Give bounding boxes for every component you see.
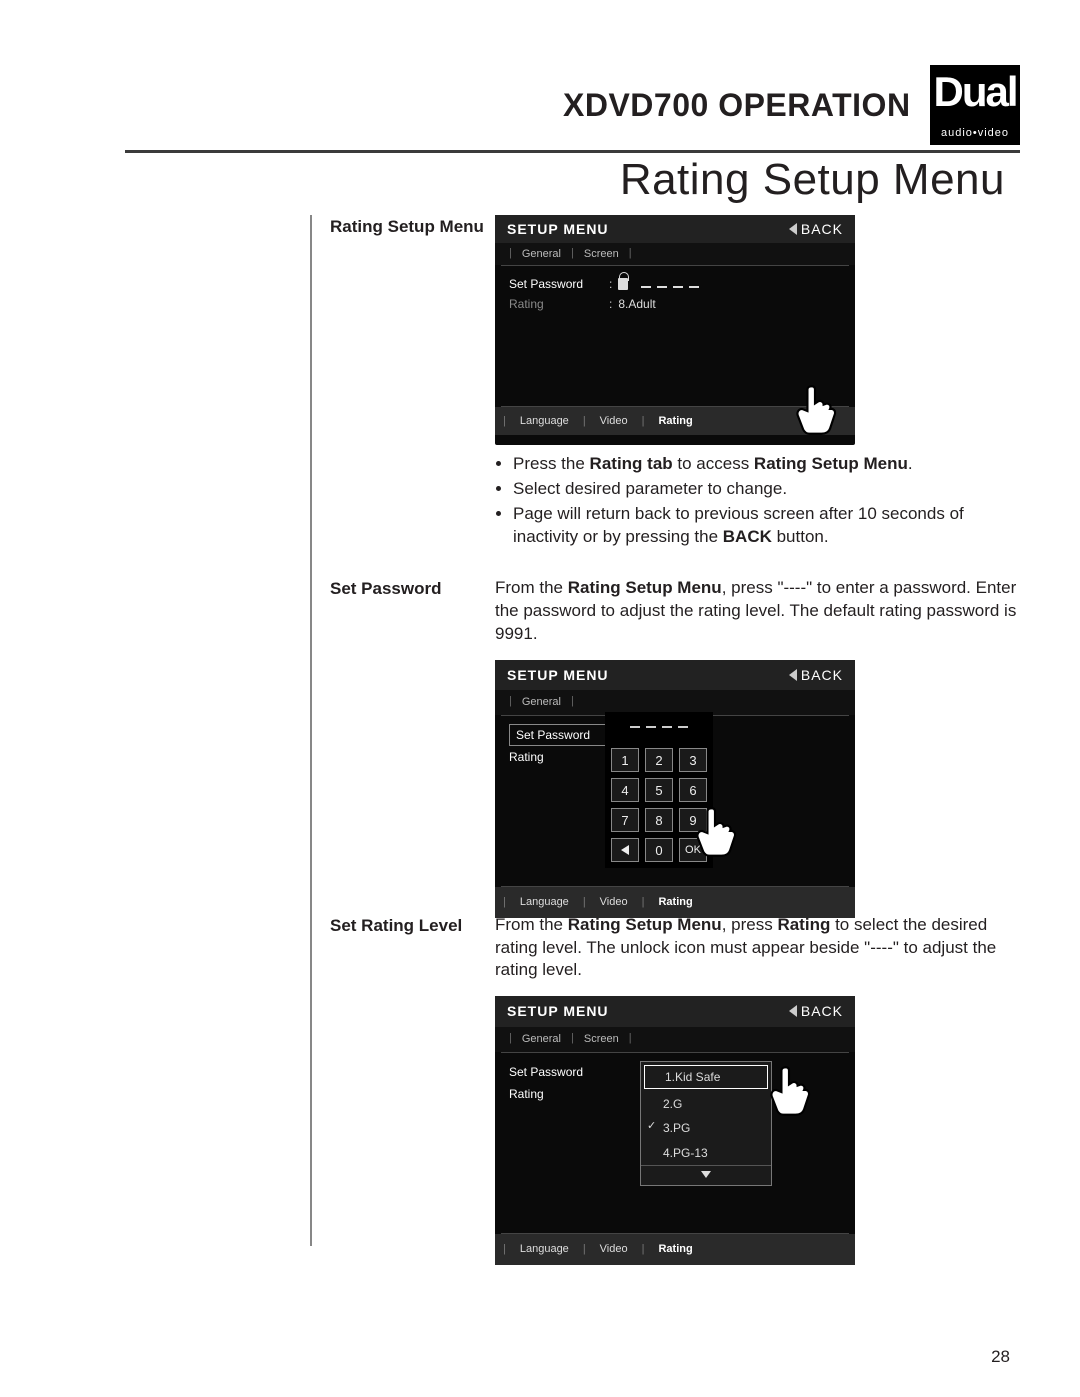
- keypad-key-0[interactable]: 0: [645, 838, 673, 862]
- keypad-key-8[interactable]: 8: [645, 808, 673, 832]
- screenshot-set-password: SETUP MENU BACK | General | Set Password: [495, 660, 855, 900]
- screenshot-rating-level: SETUP MENU BACK | General | Screen |: [495, 996, 855, 1246]
- keypad-key-4[interactable]: 4: [611, 778, 639, 802]
- keypad-key-1[interactable]: 1: [611, 748, 639, 772]
- rating-level-popup: 1.Kid Safe 2.G 3.PG 4.PG-13: [640, 1061, 772, 1186]
- header-title: XDVD700 OPERATION: [563, 87, 911, 124]
- section-heading-set-rating-level: Set Rating Level: [330, 914, 495, 936]
- keypad-key-3[interactable]: 3: [679, 748, 707, 772]
- tab-general[interactable]: General: [516, 1031, 567, 1048]
- bottom-tab-rating[interactable]: Rating: [648, 413, 702, 429]
- header-rule: [125, 150, 1020, 153]
- bottom-tab-video[interactable]: Video: [590, 893, 638, 912]
- bottom-tab-language[interactable]: Language: [510, 893, 579, 912]
- bottom-tab-video[interactable]: Video: [590, 413, 638, 429]
- screenshot-rating-setup: SETUP MENU BACK | General | Screen |: [495, 215, 855, 445]
- brand-tagline: audio•video: [930, 127, 1020, 139]
- back-button[interactable]: BACK: [789, 1002, 843, 1021]
- screen-title: SETUP MENU: [507, 666, 609, 685]
- tab-screen[interactable]: Screen: [578, 247, 625, 261]
- brand-logo: Dual audio•video: [930, 65, 1020, 145]
- rating-option[interactable]: 1.Kid Safe: [644, 1065, 768, 1089]
- brand-name: Dual: [930, 65, 1020, 113]
- list-item: Press the Rating tab to access Rating Se…: [513, 453, 1020, 476]
- screen-title: SETUP MENU: [507, 221, 609, 237]
- instruction-list-1: Press the Rating tab to access Rating Se…: [495, 453, 1020, 549]
- section-heading-set-password: Set Password: [330, 577, 495, 599]
- bottom-tab-language[interactable]: Language: [510, 413, 579, 429]
- keypad-key-back[interactable]: [611, 838, 639, 862]
- keypad-key-7[interactable]: 7: [611, 808, 639, 832]
- rating-value: 8.Adult: [618, 297, 655, 311]
- screen-title: SETUP MENU: [507, 1002, 609, 1021]
- page-title: Rating Setup Menu: [620, 155, 1005, 205]
- list-item: Page will return back to previous screen…: [513, 503, 1020, 549]
- tab-general[interactable]: General: [516, 694, 567, 711]
- bottom-tab-rating[interactable]: Rating: [648, 893, 702, 912]
- operation-word: OPERATION: [718, 87, 910, 123]
- pointing-hand-icon: [767, 1064, 811, 1118]
- rating-option[interactable]: 4.PG-13: [641, 1141, 771, 1165]
- bottom-tab-rating[interactable]: Rating: [648, 1240, 702, 1259]
- row-set-password[interactable]: Set Password :: [509, 274, 841, 294]
- rating-option[interactable]: 3.PG: [641, 1116, 771, 1140]
- set-password-text: From the Rating Setup Menu, press "----"…: [495, 577, 1020, 900]
- keypad-key-5[interactable]: 5: [645, 778, 673, 802]
- pointing-hand-icon: [693, 805, 737, 859]
- list-item: Select desired parameter to change.: [513, 478, 1020, 501]
- password-dashes: [638, 277, 702, 291]
- bottom-tab-language[interactable]: Language: [510, 1240, 579, 1259]
- back-button[interactable]: BACK: [789, 221, 843, 237]
- lock-icon: [618, 278, 628, 290]
- rating-option[interactable]: 2.G: [641, 1092, 771, 1116]
- page-number: 28: [991, 1347, 1010, 1367]
- bottom-tab-video[interactable]: Video: [590, 1240, 638, 1259]
- tab-screen[interactable]: Screen: [578, 1031, 625, 1048]
- section-heading-rating-setup: Rating Setup Menu: [330, 215, 495, 237]
- password-entry-dashes: [611, 718, 707, 728]
- more-options-arrow[interactable]: [641, 1165, 771, 1185]
- keypad-key-6[interactable]: 6: [679, 778, 707, 802]
- top-tab-row: | General | Screen |: [495, 243, 855, 265]
- keypad-key-2[interactable]: 2: [645, 748, 673, 772]
- tab-general[interactable]: General: [516, 247, 567, 261]
- model-number: XDVD700: [563, 87, 709, 123]
- pointing-hand-icon: [793, 383, 837, 437]
- back-button[interactable]: BACK: [789, 666, 843, 685]
- set-rating-level-text: From the Rating Setup Menu, press Rating…: [495, 914, 1020, 1247]
- row-rating[interactable]: Rating : 8.Adult: [509, 294, 841, 314]
